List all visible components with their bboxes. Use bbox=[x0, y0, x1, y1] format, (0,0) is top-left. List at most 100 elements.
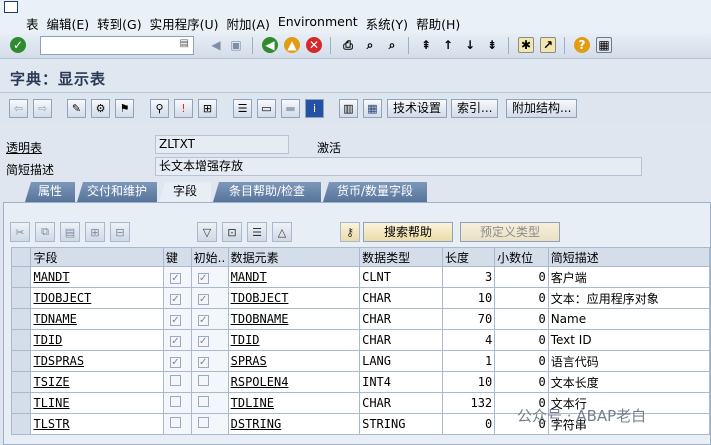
find-field-icon[interactable]: △ bbox=[272, 222, 292, 242]
column-header-data-element[interactable]: 数据元素 bbox=[227, 247, 361, 267]
cell-short-description[interactable]: 文本：应用程序对象 bbox=[547, 287, 711, 309]
cell-data-element[interactable]: DSTRING bbox=[227, 413, 361, 435]
last-page-icon[interactable]: ⇟ bbox=[484, 37, 500, 53]
menu-system[interactable]: 系统(Y) bbox=[362, 14, 412, 33]
table-row[interactable]: TDSPRAS ✓ ✓ SPRAS LANG 1 0 语言代码 bbox=[10, 350, 711, 372]
table-name-field[interactable]: ZLTXT bbox=[155, 135, 289, 154]
cell-field-name[interactable]: TSIZE bbox=[30, 371, 164, 393]
tab-entry-help-check[interactable]: 条目帮助/检查 bbox=[213, 182, 321, 202]
cell-data-type[interactable]: LANG bbox=[359, 350, 444, 372]
activate-icon[interactable]: ⚑ bbox=[115, 99, 134, 118]
check-icon[interactable]: ⚙ bbox=[91, 99, 110, 118]
column-header-data-type[interactable]: 数据类型 bbox=[359, 247, 444, 267]
column-header-short-description[interactable]: 简短描述 bbox=[547, 247, 711, 267]
search-help-button[interactable]: 搜索帮助 bbox=[363, 222, 453, 242]
info-marker-icon[interactable]: ! bbox=[174, 99, 193, 118]
find-icon[interactable]: ⌕ bbox=[362, 37, 378, 53]
cell-data-element[interactable]: TDOBJECT bbox=[227, 287, 361, 309]
menu-edit[interactable]: 编辑(E) bbox=[43, 14, 94, 33]
tab-currency-quantity-fields[interactable]: 货币/数量字段 bbox=[323, 182, 427, 202]
table-row[interactable]: TSIZE RSPOLEN4 INT4 10 0 文本长度 bbox=[10, 371, 711, 393]
cell-data-type[interactable]: CHAR bbox=[359, 287, 444, 309]
cell-decimals[interactable]: 0 bbox=[494, 350, 549, 372]
command-field[interactable]: ▤ bbox=[40, 36, 194, 55]
key-icon[interactable]: ⚷ bbox=[340, 222, 360, 242]
cell-length[interactable]: 4 bbox=[442, 329, 496, 351]
cell-length[interactable]: 10 bbox=[442, 371, 496, 393]
cell-length[interactable]: 0 bbox=[442, 413, 496, 435]
row-selector[interactable] bbox=[10, 287, 32, 309]
column-header-field[interactable]: 字段 bbox=[30, 247, 164, 267]
hierarchy-icon[interactable]: ⊞ bbox=[198, 99, 217, 118]
cell-field-name[interactable]: TLSTR bbox=[30, 413, 164, 435]
cell-length[interactable]: 132 bbox=[442, 392, 496, 414]
row-selector[interactable] bbox=[10, 308, 32, 330]
display-change-icon[interactable]: ✎ bbox=[67, 99, 86, 118]
cell-field-name[interactable]: TLINE bbox=[30, 392, 164, 414]
forward-arrow-icon[interactable]: ⇨ bbox=[33, 99, 52, 118]
cell-data-type[interactable]: CHAR bbox=[359, 392, 444, 414]
short-description-field[interactable]: 长文本增强存放 bbox=[155, 157, 642, 176]
menu-utilities[interactable]: 实用程序(U) bbox=[146, 14, 223, 33]
cell-decimals[interactable]: 0 bbox=[494, 371, 549, 393]
cell-short-description[interactable]: 文本长度 bbox=[547, 371, 711, 393]
tab-attributes[interactable]: 属性 bbox=[25, 182, 75, 202]
back-arrow-icon[interactable]: ⇦ bbox=[9, 99, 28, 118]
create-session-icon[interactable]: ✱ bbox=[518, 37, 534, 53]
indexes-button[interactable]: 索引... bbox=[451, 99, 499, 118]
cell-decimals[interactable]: 0 bbox=[494, 329, 549, 351]
row-selector[interactable] bbox=[10, 350, 32, 372]
previous-page-icon[interactable]: ↑ bbox=[440, 37, 456, 53]
details-icon[interactable]: ☰ bbox=[247, 222, 267, 242]
help-icon[interactable]: ? bbox=[574, 37, 590, 53]
row-selector[interactable] bbox=[10, 266, 32, 288]
table-row[interactable]: MANDT ✓ ✓ MANDT CLNT 3 0 客户端 bbox=[10, 266, 711, 288]
menu-help[interactable]: 帮助(H) bbox=[412, 14, 464, 33]
cell-data-element[interactable]: TDID bbox=[227, 329, 361, 351]
print-icon[interactable]: ⎙ bbox=[340, 37, 356, 53]
contents-icon[interactable]: ▦ bbox=[363, 99, 382, 118]
table-row[interactable]: TDNAME ✓ ✓ TDOBNAME CHAR 70 0 Name bbox=[10, 308, 711, 330]
back-icon[interactable]: ◀ bbox=[262, 37, 278, 53]
sort-icon[interactable]: ▽ bbox=[197, 222, 217, 242]
append-structure-button[interactable]: 附加结构... bbox=[506, 99, 578, 118]
menu-table[interactable]: 表 bbox=[22, 14, 43, 33]
cell-data-type[interactable]: CHAR bbox=[359, 308, 444, 330]
first-page-icon[interactable]: ⇞ bbox=[418, 37, 434, 53]
cell-field-name[interactable]: MANDT bbox=[30, 266, 164, 288]
row-selector[interactable] bbox=[10, 392, 32, 414]
row-selector[interactable] bbox=[10, 329, 32, 351]
where-used-icon[interactable]: ⚲ bbox=[150, 99, 169, 118]
next-page-icon[interactable]: ↓ bbox=[462, 37, 478, 53]
info-icon[interactable]: i bbox=[305, 99, 324, 118]
tab-delivery-maintenance[interactable]: 交付和维护 bbox=[77, 182, 157, 202]
cell-decimals[interactable]: 0 bbox=[494, 266, 549, 288]
cancel-icon[interactable]: ✕ bbox=[306, 37, 322, 53]
column-header-key[interactable]: 键 bbox=[162, 247, 192, 267]
column-header-length[interactable]: 长度 bbox=[442, 247, 496, 267]
cell-short-description[interactable]: Text ID bbox=[547, 329, 711, 351]
navigation-window-icon[interactable]: ▭ bbox=[257, 99, 276, 118]
row-selector-header[interactable] bbox=[10, 247, 32, 267]
cell-short-description[interactable]: Name bbox=[547, 308, 711, 330]
cell-decimals[interactable]: 0 bbox=[494, 287, 549, 309]
menu-goto[interactable]: 转到(G) bbox=[93, 14, 145, 33]
cell-data-element[interactable]: TDLINE bbox=[227, 392, 361, 414]
cell-length[interactable]: 10 bbox=[442, 287, 496, 309]
cell-data-type[interactable]: INT4 bbox=[359, 371, 444, 393]
cell-data-element[interactable]: MANDT bbox=[227, 266, 361, 288]
table-row[interactable]: TDID ✓ ✓ TDID CHAR 4 0 Text ID bbox=[10, 329, 711, 351]
technical-settings-button[interactable]: 技术设置 bbox=[387, 99, 448, 118]
object-list-icon[interactable]: ☰ bbox=[233, 99, 252, 118]
cell-data-element[interactable]: RSPOLEN4 bbox=[227, 371, 361, 393]
cell-length[interactable]: 3 bbox=[442, 266, 496, 288]
enter-icon[interactable]: ✓ bbox=[10, 37, 26, 53]
column-header-initial[interactable]: 初始.. bbox=[190, 247, 229, 267]
cell-decimals[interactable]: 0 bbox=[494, 308, 549, 330]
cell-field-name[interactable]: TDSPRAS bbox=[30, 350, 164, 372]
window-menu-icon[interactable] bbox=[4, 1, 18, 13]
row-selector[interactable] bbox=[10, 413, 32, 435]
cell-data-type[interactable]: STRING bbox=[359, 413, 444, 435]
cell-data-type[interactable]: CHAR bbox=[359, 329, 444, 351]
cell-short-description[interactable]: 语言代码 bbox=[547, 350, 711, 372]
